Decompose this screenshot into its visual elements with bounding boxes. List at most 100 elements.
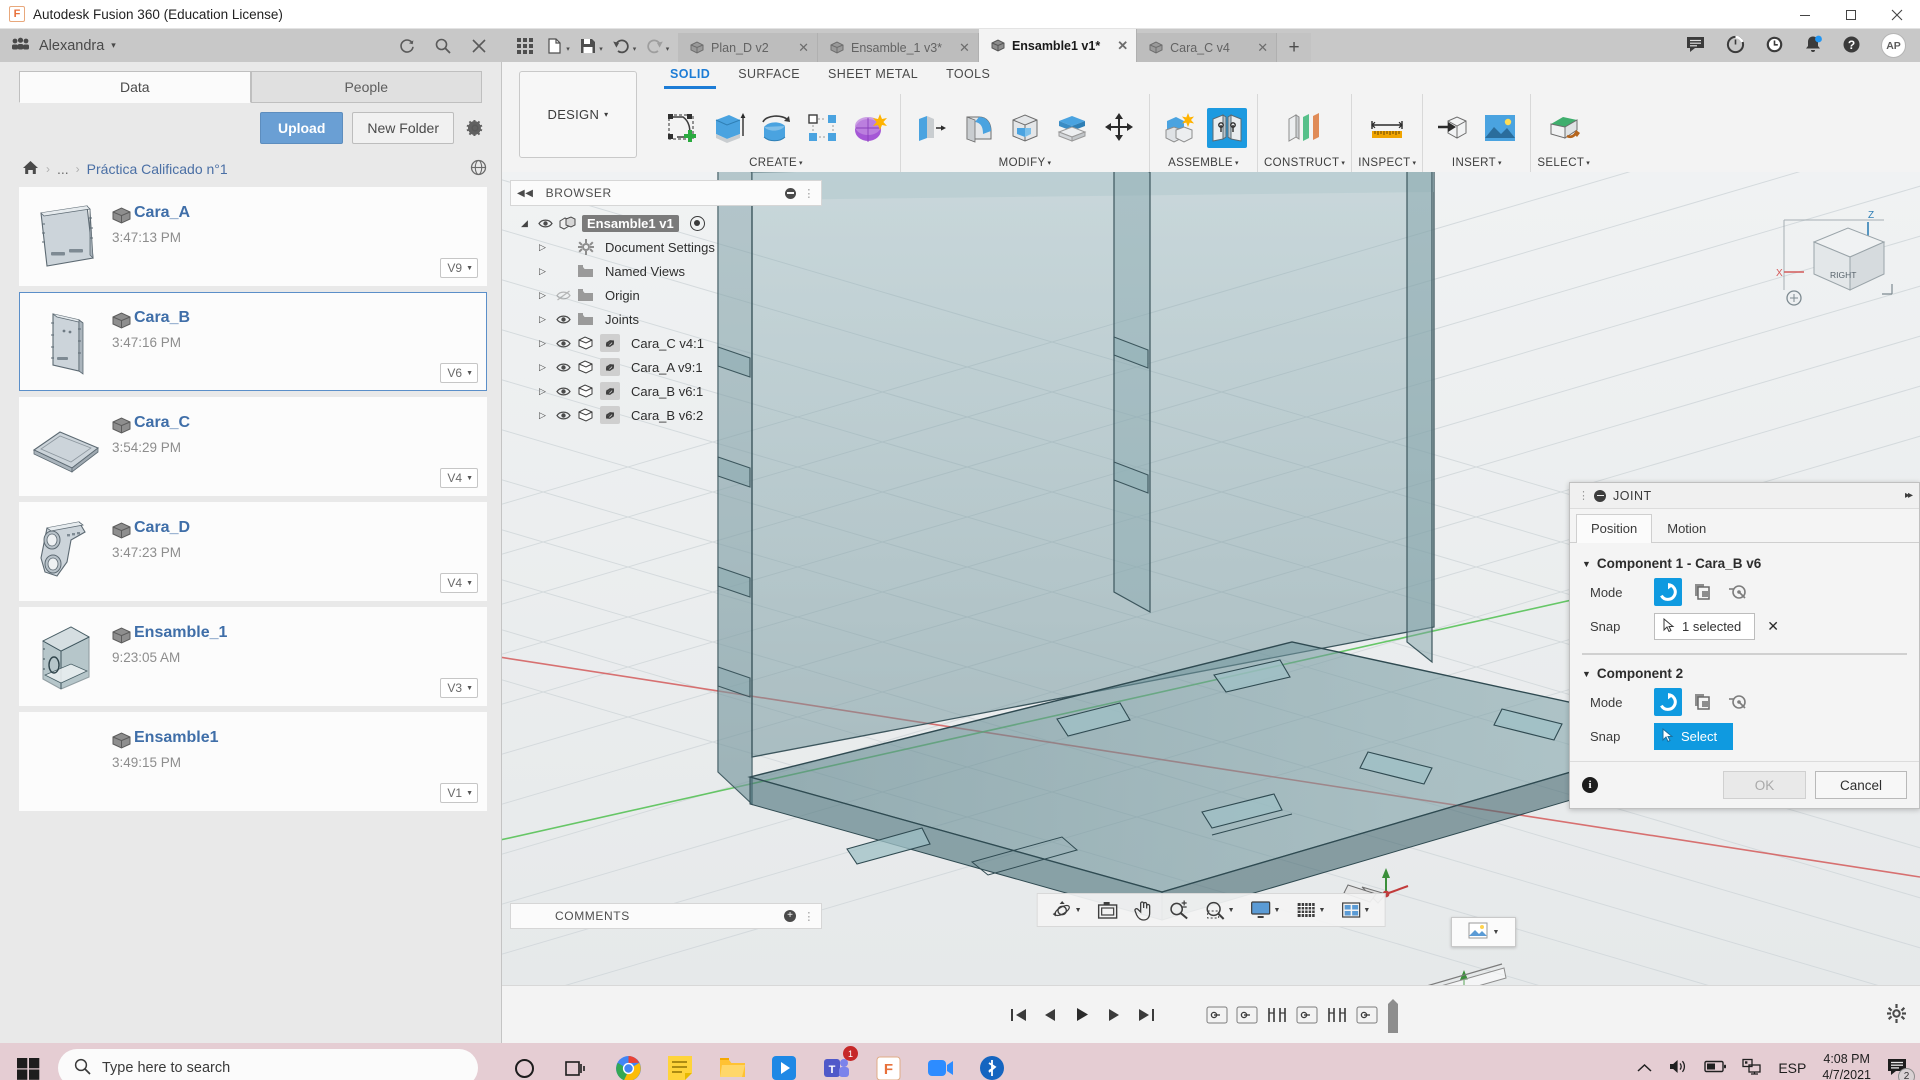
battery-icon[interactable] <box>1704 1060 1727 1076</box>
search-input[interactable]: Type here to search <box>58 1049 478 1080</box>
notifications-icon[interactable] <box>1804 35 1822 57</box>
list-item[interactable]: Cara_A 3:47:13 PM V9 ▼ <box>19 187 487 286</box>
upload-button[interactable]: Upload <box>259 112 344 144</box>
ribbon-group-label[interactable]: ASSEMBLE ▾ <box>1168 154 1239 169</box>
document-tab-active[interactable]: Ensamble1 v1* ✕ <box>978 29 1138 62</box>
clear-selection-icon[interactable]: ✕ <box>1767 618 1779 635</box>
ribbon-group-label[interactable]: CREATE ▾ <box>749 154 803 169</box>
version-badge[interactable]: V1 ▼ <box>440 783 478 803</box>
close-button[interactable] <box>1874 0 1920 29</box>
view-cube[interactable]: Z X RIGHT <box>1772 202 1902 312</box>
add-comment-icon[interactable]: + <box>784 910 797 922</box>
tab-solid[interactable]: SOLID <box>656 62 724 89</box>
chevron-down-icon[interactable]: ▾ <box>633 45 637 53</box>
breadcrumb-current-folder[interactable]: Práctica Calificado n°1 <box>87 161 228 177</box>
rotate-mode-icon[interactable] <box>1654 578 1682 606</box>
tab-people[interactable]: People <box>250 71 482 103</box>
clock[interactable]: 4:08 PM 4/7/2021 <box>1822 1052 1871 1080</box>
pattern-icon[interactable] <box>803 108 843 148</box>
tree-node-cara-b-2[interactable]: ▷ Cara_B v6:2 <box>510 403 822 427</box>
search-icon[interactable] <box>434 37 452 55</box>
help-icon[interactable]: ? <box>1842 35 1861 57</box>
document-tab[interactable]: Cara_C v4 ✕ <box>1137 33 1278 62</box>
skip-end-icon[interactable] <box>1130 998 1162 1032</box>
undo-icon[interactable]: ▾ <box>609 32 639 60</box>
bluetooth-icon[interactable] <box>968 1044 1016 1080</box>
document-tab[interactable]: Ensamble_1 v3* ✕ <box>818 33 979 62</box>
visibility-eye-icon[interactable] <box>555 386 571 397</box>
tree-node-cara-a[interactable]: ▷ Cara_A v9:1 <box>510 355 822 379</box>
collapse-dialog-icon[interactable] <box>1594 489 1606 502</box>
rotate-mode-icon[interactable] <box>1654 688 1682 716</box>
insert-derive-icon[interactable] <box>1433 108 1473 148</box>
avatar[interactable]: AP <box>1881 33 1906 58</box>
teams-icon[interactable]: T 1 <box>812 1044 860 1080</box>
expand-arrow-icon[interactable]: ▷ <box>536 242 549 253</box>
windows-start-icon[interactable] <box>0 1043 56 1080</box>
component1-heading[interactable]: ▼ Component 1 - Cara_B v6 <box>1582 545 1907 575</box>
expand-arrow-icon[interactable]: ▷ <box>536 266 549 277</box>
tab-tools[interactable]: TOOLS <box>932 62 1004 86</box>
select-paint-icon[interactable] <box>1544 108 1584 148</box>
redo-icon[interactable]: ▾ <box>642 32 672 60</box>
chevron-down-icon[interactable]: ▾ <box>599 45 603 53</box>
tree-node-cara-b-1[interactable]: ▷ Cara_B v6:1 <box>510 379 822 403</box>
fillet-icon[interactable] <box>958 108 998 148</box>
joint-icon[interactable] <box>1207 108 1247 148</box>
design-workspace-selector[interactable]: DESIGN ▾ <box>519 71 637 158</box>
language-indicator[interactable]: ESP <box>1778 1060 1806 1076</box>
timeline-marker[interactable] <box>1386 998 1400 1033</box>
refresh-icon[interactable] <box>398 37 416 55</box>
timeline-settings-gear-icon[interactable] <box>1887 1003 1906 1026</box>
grid-snap-icon[interactable]: ▼ <box>1289 895 1331 925</box>
ribbon-group-label[interactable]: SELECT ▾ <box>1537 154 1590 169</box>
breadcrumb-ellipsis[interactable]: ... <box>57 161 69 177</box>
list-item[interactable]: Cara_D 3:47:23 PM V4 ▼ <box>19 502 487 601</box>
joint-feature-icon[interactable] <box>1294 1002 1320 1028</box>
orbit-icon[interactable]: ▼ <box>1046 895 1088 925</box>
visibility-eye-icon[interactable] <box>555 362 571 373</box>
ribbon-group-label[interactable]: INSPECT ▾ <box>1358 154 1416 169</box>
chevron-down-icon[interactable]: ▼ <box>1075 907 1082 914</box>
new-folder-button[interactable]: New Folder <box>352 112 454 144</box>
chevron-down-icon[interactable]: ▼ <box>1363 907 1370 914</box>
tab-surface[interactable]: SURFACE <box>724 62 814 86</box>
joint-dialog[interactable]: ⋮ JOINT ▸▸ Position Motion ▼ Component 1… <box>1569 482 1920 809</box>
viewports-icon[interactable]: ▼ <box>1334 895 1376 925</box>
sticky-notes-icon[interactable] <box>656 1044 704 1080</box>
chevron-down-icon[interactable]: ▾ <box>566 45 570 53</box>
cortana-icon[interactable] <box>500 1044 548 1080</box>
list-item[interactable]: Ensamble_1 9:23:05 AM V3 ▼ <box>19 607 487 706</box>
joint-feature-icon[interactable] <box>1354 1002 1380 1028</box>
new-tab-button[interactable]: + <box>1277 33 1312 62</box>
ok-button[interactable]: OK <box>1723 771 1806 799</box>
extrude-icon[interactable] <box>709 108 749 148</box>
skip-start-icon[interactable] <box>1002 998 1034 1032</box>
close-tab-icon[interactable]: ✕ <box>1247 40 1268 56</box>
job-status-icon[interactable] <box>1726 35 1745 57</box>
tab-motion[interactable]: Motion <box>1652 514 1721 542</box>
tab-sheet-metal[interactable]: SHEET METAL <box>814 62 932 86</box>
new-component-icon[interactable] <box>1160 108 1200 148</box>
minimize-button[interactable] <box>1782 0 1828 29</box>
globe-icon[interactable] <box>470 159 487 179</box>
version-badge[interactable]: V3 ▼ <box>440 678 478 698</box>
maximize-button[interactable] <box>1828 0 1874 29</box>
component2-select-button[interactable]: Select <box>1654 722 1734 750</box>
ribbon-group-label[interactable]: INSERT ▾ <box>1452 154 1502 169</box>
expand-arrow-icon[interactable]: ▷ <box>536 362 549 373</box>
joint-feature-icon[interactable] <box>1204 1002 1230 1028</box>
list-item[interactable]: Cara_C 3:54:29 PM V4 ▼ <box>19 397 487 496</box>
offset-plane-icon[interactable] <box>1285 108 1325 148</box>
close-tab-icon[interactable]: ✕ <box>1107 38 1128 54</box>
new-sketch-icon[interactable] <box>662 108 702 148</box>
fit-icon[interactable]: ▼ <box>1199 895 1241 925</box>
panel-grip-icon[interactable]: ⋮ <box>803 910 815 923</box>
close-panel-icon[interactable] <box>470 37 488 55</box>
play-icon[interactable] <box>1066 998 1098 1032</box>
fusion360-icon[interactable]: F <box>864 1044 912 1080</box>
cancel-button[interactable]: Cancel <box>1815 771 1907 799</box>
list-item[interactable]: Ensamble1 3:49:15 PM V1 ▼ <box>19 712 487 811</box>
grid-apps-icon[interactable] <box>510 32 540 60</box>
version-badge[interactable]: V9 ▼ <box>440 258 478 278</box>
